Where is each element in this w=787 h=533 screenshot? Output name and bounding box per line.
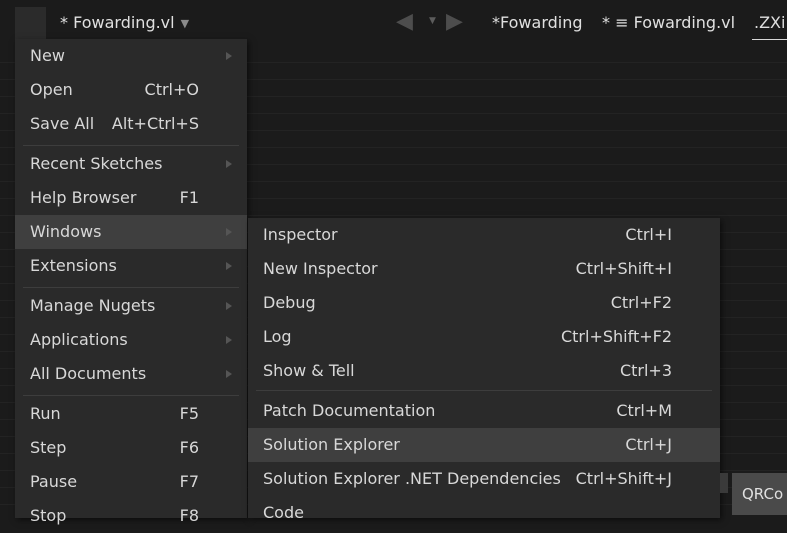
menu-item-shortcut: Ctrl+Shift+J bbox=[575, 469, 672, 488]
submenu-item-code[interactable]: Code bbox=[248, 496, 720, 530]
menu-item-run[interactable]: Run F5 bbox=[15, 397, 247, 431]
menu-item-label: Save All bbox=[30, 114, 95, 133]
menu-item-label: Log bbox=[263, 327, 292, 346]
document-tab[interactable]: * Fowarding.vl ▼ bbox=[60, 13, 189, 32]
menu-item-shortcut: F1 bbox=[179, 188, 199, 207]
forward-arrow-icon[interactable]: ▶ bbox=[446, 10, 463, 34]
menu-separator bbox=[256, 390, 712, 391]
node-edge bbox=[720, 473, 728, 493]
menu-item-shortcut: F6 bbox=[179, 438, 199, 457]
submenu-item-show-and-tell[interactable]: Show & Tell Ctrl+3 bbox=[248, 354, 720, 388]
submenu-item-inspector[interactable]: Inspector Ctrl+I bbox=[248, 218, 720, 252]
menu-item-label: Code bbox=[263, 503, 304, 522]
menu-item-label: Applications bbox=[30, 330, 128, 349]
submenu-arrow-icon bbox=[226, 336, 232, 344]
menu-item-label: Manage Nugets bbox=[30, 296, 156, 315]
menu-item-stop[interactable]: Stop F8 bbox=[15, 499, 247, 533]
menu-separator bbox=[23, 145, 239, 146]
menu-item-label: Step bbox=[30, 438, 67, 457]
submenu-item-solution-explorer-net-dependencies[interactable]: Solution Explorer .NET Dependencies Ctrl… bbox=[248, 462, 720, 496]
menu-item-label: Patch Documentation bbox=[263, 401, 436, 420]
menu-item-shortcut: Ctrl+J bbox=[625, 435, 672, 454]
menu-separator bbox=[23, 287, 239, 288]
main-menu: New Open Ctrl+O Save All Alt+Ctrl+S Rece… bbox=[15, 39, 247, 525]
submenu-arrow-icon bbox=[226, 370, 232, 378]
breadcrumb-item-1[interactable]: *Fowarding bbox=[492, 13, 583, 32]
menu-item-label: All Documents bbox=[30, 364, 147, 383]
menu-item-label: Stop bbox=[30, 506, 67, 525]
chevron-down-icon[interactable]: ▼ bbox=[181, 17, 189, 30]
menu-item-shortcut: F8 bbox=[179, 506, 199, 525]
menu-item-shortcut: Ctrl+Shift+F2 bbox=[560, 327, 672, 346]
menu-item-windows[interactable]: Windows bbox=[15, 215, 247, 249]
menu-item-recent-sketches[interactable]: Recent Sketches bbox=[15, 147, 247, 181]
menu-item-shortcut: Alt+Ctrl+S bbox=[111, 114, 199, 133]
menu-item-label: Pause bbox=[30, 472, 78, 491]
menu-item-open[interactable]: Open Ctrl+O bbox=[15, 73, 247, 107]
submenu-item-debug[interactable]: Debug Ctrl+F2 bbox=[248, 286, 720, 320]
menu-item-save-all[interactable]: Save All Alt+Ctrl+S bbox=[15, 107, 247, 141]
submenu-arrow-icon bbox=[226, 52, 232, 60]
history-dropdown-icon[interactable]: ▼ bbox=[429, 16, 436, 26]
submenu-arrow-icon bbox=[226, 228, 232, 236]
menu-item-shortcut: F5 bbox=[179, 404, 199, 423]
menu-item-extensions[interactable]: Extensions bbox=[15, 249, 247, 283]
breadcrumb-underline bbox=[752, 39, 787, 40]
menu-item-label: Inspector bbox=[263, 225, 338, 244]
menu-item-shortcut: Ctrl+F2 bbox=[610, 293, 672, 312]
main-menu-button[interactable] bbox=[15, 7, 46, 39]
qrcode-node[interactable]: QRCo bbox=[732, 473, 787, 515]
menu-item-shortcut: Ctrl+Shift+I bbox=[575, 259, 672, 278]
submenu-arrow-icon bbox=[226, 262, 232, 270]
menu-item-new[interactable]: New bbox=[15, 39, 247, 73]
menu-item-shortcut: Ctrl+M bbox=[616, 401, 672, 420]
menu-item-label: Extensions bbox=[30, 256, 117, 275]
menu-item-manage-nugets[interactable]: Manage Nugets bbox=[15, 289, 247, 323]
menu-item-step[interactable]: Step F6 bbox=[15, 431, 247, 465]
submenu-item-solution-explorer[interactable]: Solution Explorer Ctrl+J bbox=[248, 428, 720, 462]
menu-item-label: Windows bbox=[30, 222, 102, 241]
submenu-arrow-icon bbox=[226, 302, 232, 310]
submenu-item-new-inspector[interactable]: New Inspector Ctrl+Shift+I bbox=[248, 252, 720, 286]
submenu-item-patch-documentation[interactable]: Patch Documentation Ctrl+M bbox=[248, 394, 720, 428]
windows-submenu: Inspector Ctrl+I New Inspector Ctrl+Shif… bbox=[248, 218, 720, 522]
menu-item-help-browser[interactable]: Help Browser F1 bbox=[15, 181, 247, 215]
menu-item-label: Solution Explorer .NET Dependencies bbox=[263, 469, 561, 488]
back-arrow-icon[interactable]: ◀ bbox=[396, 10, 413, 34]
breadcrumb-item-2[interactable]: * ≡ Fowarding.vl bbox=[602, 13, 735, 32]
document-tab-label: * Fowarding.vl bbox=[60, 13, 175, 32]
breadcrumb-item-3[interactable]: .ZXi bbox=[754, 13, 785, 32]
menu-item-label: Show & Tell bbox=[263, 361, 355, 380]
menu-item-label: Debug bbox=[263, 293, 316, 312]
menu-item-label: New Inspector bbox=[263, 259, 378, 278]
menu-item-shortcut: F7 bbox=[179, 472, 199, 491]
menu-item-shortcut: Ctrl+3 bbox=[619, 361, 672, 380]
menu-item-all-documents[interactable]: All Documents bbox=[15, 357, 247, 391]
menu-item-pause[interactable]: Pause F7 bbox=[15, 465, 247, 499]
menu-item-label: Run bbox=[30, 404, 61, 423]
menu-item-label: Solution Explorer bbox=[263, 435, 400, 454]
menu-item-shortcut: Ctrl+O bbox=[144, 80, 199, 99]
submenu-arrow-icon bbox=[226, 160, 232, 168]
menu-item-label: Recent Sketches bbox=[30, 154, 163, 173]
menu-item-applications[interactable]: Applications bbox=[15, 323, 247, 357]
menu-item-label: Help Browser bbox=[30, 188, 137, 207]
submenu-item-log[interactable]: Log Ctrl+Shift+F2 bbox=[248, 320, 720, 354]
menu-item-label: Open bbox=[30, 80, 73, 99]
menu-item-shortcut: Ctrl+I bbox=[625, 225, 672, 244]
menu-separator bbox=[23, 395, 239, 396]
menu-item-label: New bbox=[30, 46, 65, 65]
